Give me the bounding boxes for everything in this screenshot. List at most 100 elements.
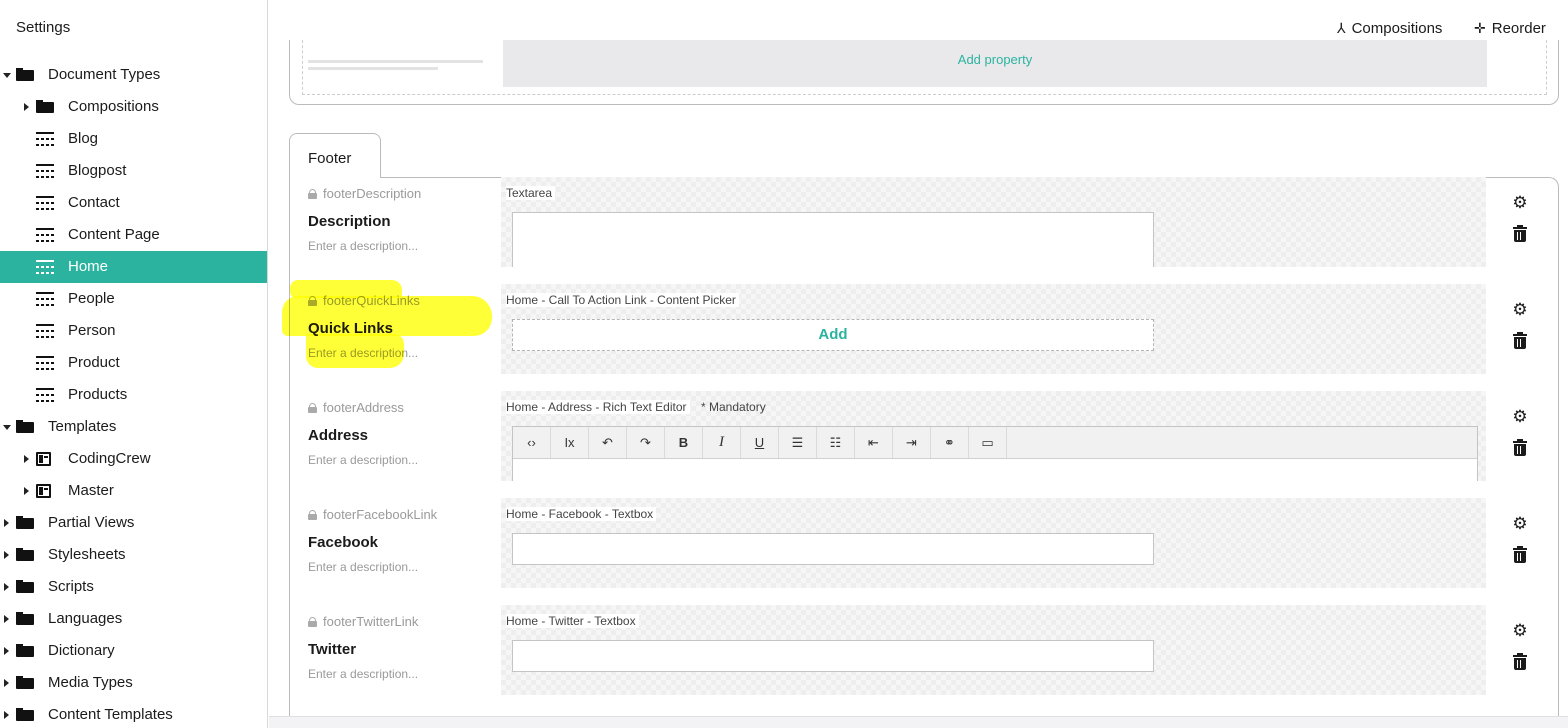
property-editor-area[interactable]: Home - Address - Rich Text Editor * Manda… [501, 391, 1486, 481]
sidebar-item-compositions[interactable]: Compositions [0, 91, 267, 123]
caret-right-icon[interactable] [4, 615, 9, 623]
bottom-bar [269, 716, 1568, 728]
indent-icon[interactable]: ⇥ [893, 427, 931, 458]
sidebar-item-label: Scripts [48, 578, 94, 595]
previous-group-inner: Add property [302, 40, 1547, 95]
sidebar-item-home[interactable]: Home [0, 251, 267, 283]
content-picker-add-button[interactable]: Add [512, 319, 1154, 351]
textarea-preview [512, 212, 1154, 267]
sidebar-item-templates[interactable]: Templates [0, 411, 267, 443]
embed-icon[interactable]: ▭ [969, 427, 1007, 458]
trash-icon[interactable] [1513, 546, 1527, 563]
caret-right-icon[interactable] [4, 679, 9, 687]
gear-icon[interactable]: ⚙ [1511, 515, 1529, 533]
gear-icon[interactable]: ⚙ [1511, 622, 1529, 640]
property-label[interactable]: Description [308, 213, 391, 230]
clear-format-icon[interactable]: Ix [551, 427, 589, 458]
property-editor-area[interactable]: Home - Twitter - Textbox [501, 605, 1486, 695]
sidebar-item-content-page[interactable]: Content Page [0, 219, 267, 251]
add-property-link[interactable]: Add property [503, 52, 1487, 67]
caret-right-icon[interactable] [24, 103, 29, 111]
property-row-footerQuickLinks: footerQuickLinks Quick Links Enter a descr… [269, 284, 1568, 393]
reorder-label: Reorder [1491, 20, 1546, 37]
sidebar-item-content-templates[interactable]: Content Templates [0, 699, 267, 728]
property-label[interactable]: Twitter [308, 641, 356, 658]
caret-right-icon[interactable] [4, 583, 9, 591]
sidebar-item-product[interactable]: Product [0, 347, 267, 379]
trash-icon[interactable] [1513, 225, 1527, 242]
caret-right-icon[interactable] [24, 487, 29, 495]
sidebar-title: Settings [16, 19, 71, 36]
redo-icon[interactable]: ↷ [627, 427, 665, 458]
sidebar-item-people[interactable]: People [0, 283, 267, 315]
folder-icon [16, 420, 34, 433]
sidebar-item-blogpost[interactable]: Blogpost [0, 155, 267, 187]
mandatory-label: * Mandatory [701, 400, 766, 414]
sidebar-item-contact[interactable]: Contact [0, 187, 267, 219]
undo-icon[interactable]: ↶ [589, 427, 627, 458]
property-editor-area[interactable]: Home - Call To Action Link - Content Pic… [501, 284, 1486, 374]
lock-icon[interactable] [308, 616, 317, 627]
document-type-icon [36, 228, 54, 242]
compositions-button[interactable]: ⅄ Compositions [1337, 20, 1442, 37]
sidebar-item-media-types[interactable]: Media Types [0, 667, 267, 699]
trash-icon[interactable] [1513, 439, 1527, 456]
sidebar-item-codingcrew[interactable]: CodingCrew [0, 443, 267, 475]
property-description[interactable]: Enter a description... [308, 667, 418, 681]
caret-down-icon[interactable] [3, 73, 11, 78]
sidebar-item-label: Document Types [48, 66, 161, 83]
property-description[interactable]: Enter a description... [308, 453, 418, 467]
sidebar-item-stylesheets[interactable]: Stylesheets [0, 539, 267, 571]
link-icon[interactable]: ⚭ [931, 427, 969, 458]
underline-icon[interactable]: U [741, 427, 779, 458]
code-icon[interactable]: ‹› [513, 427, 551, 458]
caret-down-icon[interactable] [3, 425, 11, 430]
sidebar-item-languages[interactable]: Languages [0, 603, 267, 635]
sidebar-item-products[interactable]: Products [0, 379, 267, 411]
property-description[interactable]: Enter a description... [308, 346, 418, 360]
bold-icon[interactable]: B [665, 427, 703, 458]
property-editor-area[interactable]: Textarea [501, 177, 1486, 267]
reorder-button[interactable]: ✛ Reorder [1474, 20, 1546, 37]
property-description[interactable]: Enter a description... [308, 239, 418, 253]
gear-icon[interactable]: ⚙ [1511, 301, 1529, 319]
lock-icon[interactable] [308, 188, 317, 199]
outdent-icon[interactable]: ⇤ [855, 427, 893, 458]
tab-footer[interactable]: Footer [289, 133, 381, 178]
lock-icon[interactable] [308, 509, 317, 520]
trash-icon[interactable] [1513, 332, 1527, 349]
lock-icon[interactable] [308, 402, 317, 413]
caret-right-icon[interactable] [4, 519, 9, 527]
property-label[interactable]: Facebook [308, 534, 378, 551]
caret-right-icon[interactable] [4, 711, 9, 719]
property-label[interactable]: Address [308, 427, 368, 444]
gear-icon[interactable]: ⚙ [1511, 194, 1529, 212]
property-editor-area[interactable]: Home - Facebook - Textbox [501, 498, 1486, 588]
sidebar-item-master[interactable]: Master [0, 475, 267, 507]
lock-icon[interactable] [308, 295, 317, 306]
property-label[interactable]: Quick Links [308, 320, 393, 337]
document-type-icon [36, 132, 54, 146]
rte-toolbar: ‹› Ix ↶ ↷ B I U ☰ ☷ ⇤ ⇥ ⚭ ▭ [513, 427, 1477, 459]
folder-icon [16, 644, 34, 657]
trash-icon[interactable] [1513, 653, 1527, 670]
caret-right-icon[interactable] [4, 647, 9, 655]
folder-icon [36, 100, 54, 113]
italic-icon[interactable]: I [703, 427, 741, 458]
previous-add-property-area[interactable]: Add property [503, 40, 1487, 87]
sidebar-item-blog[interactable]: Blog [0, 123, 267, 155]
numbered-list-icon[interactable]: ☷ [817, 427, 855, 458]
property-alias-text: footerAddress [323, 400, 404, 415]
sidebar-item-person[interactable]: Person [0, 315, 267, 347]
sidebar-item-scripts[interactable]: Scripts [0, 571, 267, 603]
caret-right-icon[interactable] [4, 551, 9, 559]
caret-right-icon[interactable] [24, 455, 29, 463]
sidebar-item-label: Blogpost [68, 162, 127, 179]
sidebar-item-dictionary[interactable]: Dictionary [0, 635, 267, 667]
property-description[interactable]: Enter a description... [308, 560, 418, 574]
bullet-list-icon[interactable]: ☰ [779, 427, 817, 458]
sidebar-item-partial-views[interactable]: Partial Views [0, 507, 267, 539]
sidebar-item-document-types[interactable]: Document Types [0, 59, 267, 91]
folder-icon [16, 68, 34, 81]
gear-icon[interactable]: ⚙ [1511, 408, 1529, 426]
